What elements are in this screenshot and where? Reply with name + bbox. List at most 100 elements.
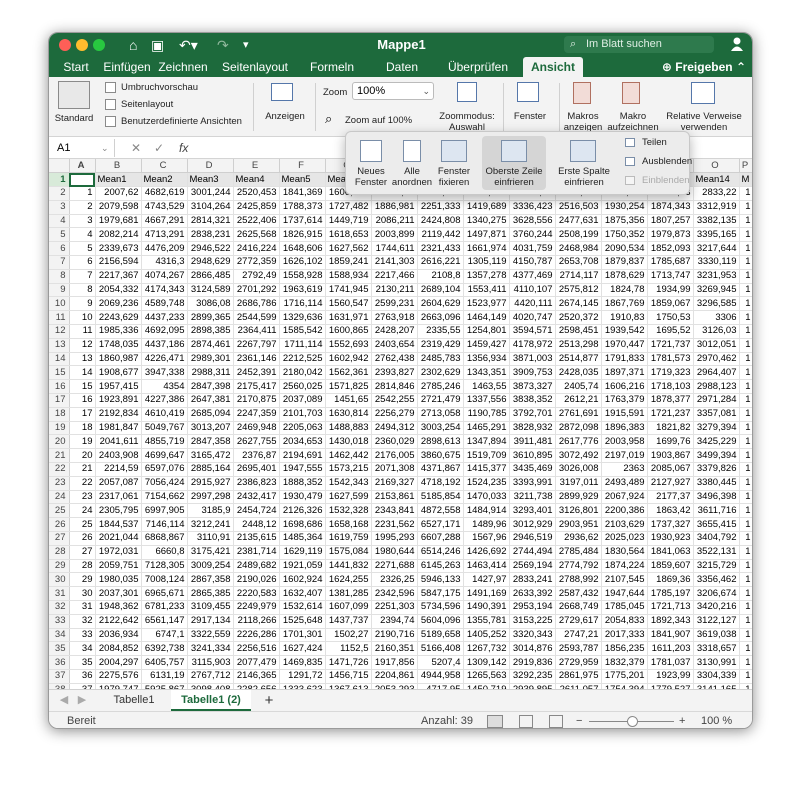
tab-1[interactable]: Einfügen bbox=[102, 57, 152, 77]
cell[interactable]: 2200,386 bbox=[601, 503, 648, 519]
column-header[interactable]: P bbox=[739, 159, 752, 174]
cell[interactable]: 1701,301 bbox=[279, 628, 326, 643]
cell[interactable]: 1852,093 bbox=[647, 241, 694, 257]
cell[interactable]: 1930,479 bbox=[279, 490, 326, 505]
cell[interactable]: 4420,111 bbox=[509, 296, 556, 312]
cell[interactable]: 2744,494 bbox=[509, 545, 556, 560]
cell[interactable]: 1859,067 bbox=[647, 296, 694, 312]
cell[interactable]: 3279,394 bbox=[693, 421, 740, 436]
cell[interactable]: 2919,836 bbox=[509, 655, 556, 670]
cell[interactable]: 4855,719 bbox=[141, 434, 188, 450]
column-header[interactable]: A bbox=[69, 159, 96, 174]
cell[interactable]: 1781,037 bbox=[647, 655, 694, 670]
cell[interactable]: 13 bbox=[69, 352, 96, 367]
function-icon[interactable]: fx bbox=[179, 139, 188, 157]
cell[interactable]: 3610,895 bbox=[509, 448, 556, 464]
cell[interactable]: 3655,415 bbox=[693, 517, 740, 533]
confirm-icon[interactable]: ✓ bbox=[154, 139, 164, 157]
cell[interactable]: 2153,861 bbox=[371, 490, 418, 505]
row-header[interactable]: 2 bbox=[49, 186, 70, 201]
cell[interactable]: 2025,023 bbox=[601, 531, 648, 546]
cell[interactable]: 36 bbox=[69, 669, 96, 684]
cell[interactable]: 2141,303 bbox=[371, 255, 418, 270]
cell[interactable]: 2103,629 bbox=[601, 517, 648, 533]
cell[interactable]: 3911,481 bbox=[509, 434, 556, 450]
cell[interactable]: 1 bbox=[739, 559, 752, 574]
cell[interactable]: 2946,519 bbox=[509, 531, 556, 546]
cell[interactable]: 2086,211 bbox=[371, 214, 418, 229]
cell[interactable]: 1841,907 bbox=[647, 628, 694, 643]
cell[interactable]: 2119,442 bbox=[417, 227, 464, 243]
cell[interactable]: 2485,783 bbox=[417, 352, 464, 367]
cell[interactable]: 2041,611 bbox=[95, 434, 142, 450]
cell[interactable]: 2788,992 bbox=[555, 572, 602, 588]
cell[interactable]: 1832,379 bbox=[601, 655, 648, 670]
cell[interactable]: 3873,327 bbox=[509, 379, 556, 395]
cell[interactable]: 1711,114 bbox=[279, 338, 326, 353]
cell[interactable]: 2021,044 bbox=[95, 531, 142, 546]
cell[interactable]: 6405,757 bbox=[141, 655, 188, 670]
cell[interactable]: 2833,241 bbox=[509, 572, 556, 588]
sheet-tab-1[interactable]: Tabelle1 (2) bbox=[171, 690, 251, 711]
cell[interactable]: 1 bbox=[739, 310, 752, 326]
cell[interactable]: 3001,244 bbox=[187, 186, 234, 201]
cell[interactable]: 2071,308 bbox=[371, 462, 418, 477]
cell[interactable]: 1947,644 bbox=[601, 586, 648, 601]
cell[interactable]: 7008,124 bbox=[141, 572, 188, 588]
cell[interactable]: 3628,556 bbox=[509, 214, 556, 229]
cell[interactable]: 1456,715 bbox=[325, 669, 372, 684]
cell[interactable]: 1 bbox=[739, 241, 752, 257]
cell[interactable]: 2454,724 bbox=[233, 503, 280, 519]
cell[interactable]: 1878,629 bbox=[601, 269, 648, 284]
cell[interactable]: 2560,025 bbox=[279, 379, 326, 395]
cell[interactable]: 2247,359 bbox=[233, 407, 280, 422]
cell[interactable]: 2713,058 bbox=[417, 407, 464, 422]
cell[interactable]: 3393,991 bbox=[509, 476, 556, 491]
row-header[interactable]: 3 bbox=[49, 200, 70, 215]
cell[interactable]: 2360,029 bbox=[371, 434, 418, 450]
cell[interactable]: 1542,343 bbox=[325, 476, 372, 491]
zoom-slider-handle[interactable] bbox=[627, 716, 638, 727]
cell[interactable]: 6660,8 bbox=[141, 545, 188, 560]
cell[interactable]: 1 bbox=[739, 227, 752, 243]
add-sheet-button[interactable]: + bbox=[259, 690, 279, 711]
cell[interactable]: 1469,835 bbox=[279, 655, 326, 670]
cell[interactable]: 1 bbox=[739, 296, 752, 312]
cell[interactable]: 4476,209 bbox=[141, 241, 188, 257]
cell[interactable]: 2425,859 bbox=[233, 200, 280, 215]
row-header[interactable]: 21 bbox=[49, 448, 70, 464]
cell[interactable]: 1 bbox=[739, 352, 752, 367]
cell[interactable]: 2663,096 bbox=[417, 310, 464, 326]
cell[interactable]: 3828,932 bbox=[509, 421, 556, 436]
cell[interactable]: 2833,22 bbox=[693, 186, 740, 201]
cell[interactable]: 2059,751 bbox=[95, 559, 142, 574]
header-cell[interactable]: Mean4 bbox=[233, 172, 280, 188]
header-cell[interactable]: Mean3 bbox=[187, 172, 234, 188]
cell[interactable]: 1488,883 bbox=[325, 421, 372, 436]
freeze-top-row-button[interactable]: Oberste Zeile einfrieren bbox=[482, 166, 546, 188]
cell[interactable]: 1785,045 bbox=[601, 600, 648, 615]
cell[interactable]: 4718,192 bbox=[417, 476, 464, 491]
cell[interactable]: 1449,719 bbox=[325, 214, 372, 229]
row-header[interactable]: 8 bbox=[49, 269, 70, 284]
cell[interactable]: 1788,373 bbox=[279, 200, 326, 215]
cell[interactable]: 1611,203 bbox=[647, 641, 694, 657]
cell[interactable]: 19 bbox=[69, 434, 96, 450]
cell[interactable]: 1627,599 bbox=[325, 490, 372, 505]
cell[interactable]: 1698,686 bbox=[279, 517, 326, 533]
row-header[interactable]: 26 bbox=[49, 517, 70, 533]
cell[interactable]: 9 bbox=[69, 296, 96, 312]
cell[interactable]: 2522,406 bbox=[233, 214, 280, 229]
cell[interactable]: 2872,098 bbox=[555, 421, 602, 436]
cell[interactable]: 2898,613 bbox=[417, 434, 464, 450]
cell[interactable]: 3003,254 bbox=[417, 421, 464, 436]
cell[interactable]: 2861,975 bbox=[555, 669, 602, 684]
cell[interactable]: 3336,423 bbox=[509, 200, 556, 215]
cell[interactable]: 1888,352 bbox=[279, 476, 326, 491]
cell[interactable]: 2003,899 bbox=[371, 227, 418, 243]
cell[interactable]: 1658,168 bbox=[325, 517, 372, 533]
cell[interactable]: 2194,691 bbox=[279, 448, 326, 464]
cell[interactable]: 3 bbox=[69, 214, 96, 229]
cell[interactable]: 3185,9 bbox=[187, 503, 234, 519]
cell[interactable]: 1737,327 bbox=[647, 517, 694, 533]
